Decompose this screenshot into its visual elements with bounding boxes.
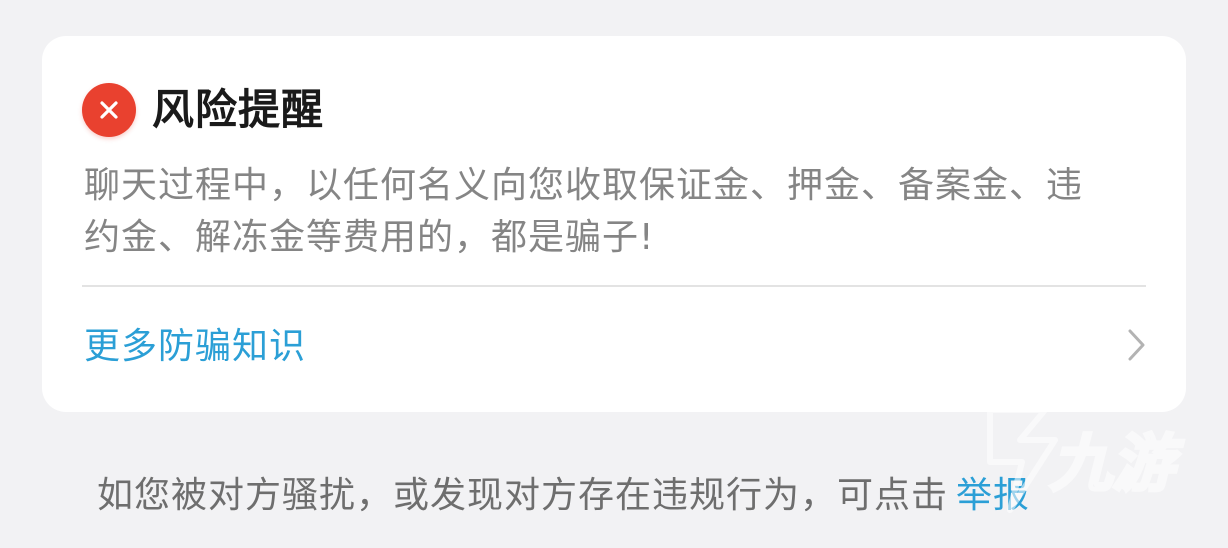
more-anti-fraud-label: 更多防骗知识 bbox=[84, 326, 307, 367]
alert-header: 风险提醒 bbox=[82, 82, 324, 138]
report-hint: 如您被对方骚扰，或发现对方存在违规行为，可点击 举报 bbox=[97, 470, 1030, 522]
alert-title: 风险提醒 bbox=[152, 85, 325, 134]
risk-alert-card: 风险提醒 聊天过程中，以任何名义向您收取保证金、押金、备案金、违约金、解冻金等费… bbox=[42, 36, 1186, 412]
report-hint-text: 如您被对方骚扰，或发现对方存在违规行为，可点击 bbox=[97, 475, 949, 516]
divider bbox=[82, 285, 1146, 287]
watermark-logo: 九游 bbox=[950, 400, 1200, 530]
more-anti-fraud-link[interactable]: 更多防骗知识 bbox=[42, 288, 1186, 408]
watermark-text: 九游 bbox=[1050, 427, 1184, 500]
alert-message: 聊天过程中，以任何名义向您收取保证金、押金、备案金、违约金、解冻金等费用的，都是… bbox=[84, 165, 1084, 258]
close-icon bbox=[82, 83, 136, 137]
chevron-right-icon bbox=[1126, 328, 1146, 362]
